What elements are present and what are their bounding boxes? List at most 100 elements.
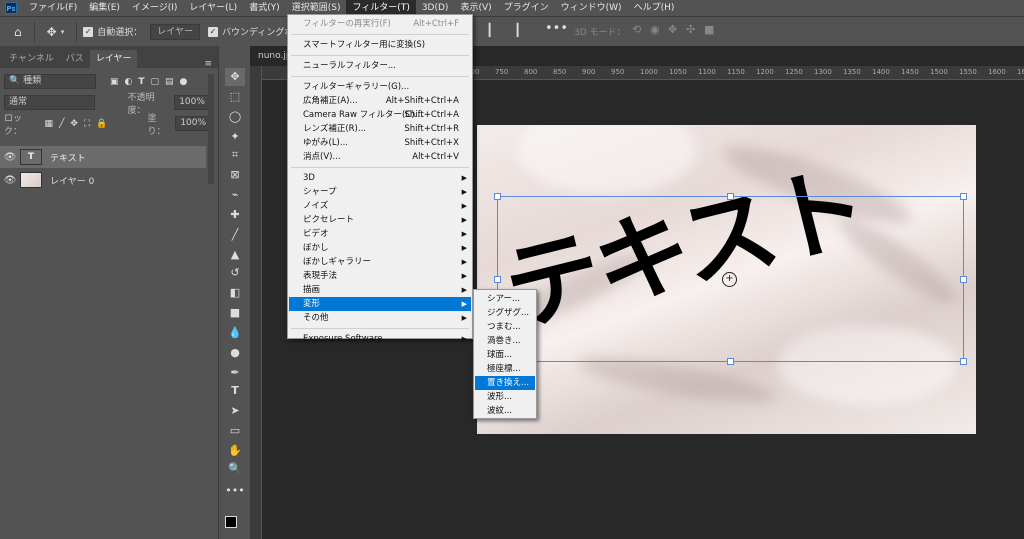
hand-tool-icon[interactable]: ✋ xyxy=(225,442,245,460)
transform-handle[interactable] xyxy=(727,193,734,200)
filter-menu-item[interactable]: フィルターの再実行(F) Alt+Ctrl+F xyxy=(289,17,471,31)
submenu-item[interactable]: 渦巻き... xyxy=(475,334,535,348)
submenu-item[interactable]: 波形... xyxy=(475,390,535,404)
filter-menu-item[interactable]: ニューラルフィルター... xyxy=(289,59,471,73)
move-tool-icon[interactable]: ✥ xyxy=(47,25,57,39)
move-tool-icon[interactable]: ✥ xyxy=(225,68,245,86)
bounding-box-checkbox[interactable]: ✓ xyxy=(207,26,218,37)
healing-tool-icon[interactable]: ✚ xyxy=(225,206,245,224)
auto-select-dropdown[interactable]: レイヤー xyxy=(150,23,200,40)
frame-tool-icon[interactable]: ⊠ xyxy=(225,166,245,184)
marquee-tool-icon[interactable]: ⬚ xyxy=(225,88,245,106)
3d-roll-icon[interactable]: ◉ xyxy=(650,23,660,36)
filter-menu-item[interactable]: スマートフィルター用に変換(S) xyxy=(289,38,471,52)
home-icon[interactable]: ⌂ xyxy=(14,25,22,39)
filter-menu-item[interactable]: その他 ▶ xyxy=(289,311,471,325)
transform-handle[interactable] xyxy=(727,358,734,365)
visibility-eye-icon[interactable]: 👁 xyxy=(0,175,20,186)
tab-layers[interactable]: レイヤー xyxy=(89,50,138,68)
zoom-tool-icon[interactable]: 🔍 xyxy=(225,460,245,478)
transform-handle[interactable] xyxy=(494,193,501,200)
filter-menu-item[interactable]: シャープ ▶ xyxy=(289,185,471,199)
3d-pan-icon[interactable]: ✥ xyxy=(668,23,677,36)
menu-file[interactable]: ファイル(F) xyxy=(23,0,83,16)
3d-camera-icon[interactable]: ■ xyxy=(704,23,714,36)
distribute-icon[interactable]: ┃ xyxy=(514,23,521,37)
filter-adjust-icon[interactable]: ◐ xyxy=(125,77,133,87)
menu-layer[interactable]: レイヤー(L) xyxy=(183,0,243,16)
filter-menu-item[interactable]: ピクセレート ▶ xyxy=(289,213,471,227)
more-options-icon[interactable]: ••• xyxy=(545,21,568,36)
filter-menu-item[interactable]: 消点(V)... Alt+Ctrl+V xyxy=(289,150,471,164)
blend-mode-dropdown[interactable]: 通常 xyxy=(4,95,96,110)
filter-menu-item[interactable]: フィルターギャラリー(G)... xyxy=(289,80,471,94)
layer-row-image[interactable]: 👁 レイヤー 0 xyxy=(0,169,206,191)
dodge-tool-icon[interactable]: ● xyxy=(225,344,245,362)
submenu-item[interactable]: シアー... xyxy=(475,292,535,306)
filter-menu-item[interactable]: ゆがみ(L)... Shift+Ctrl+X xyxy=(289,136,471,150)
magic-wand-tool-icon[interactable]: ✦ xyxy=(225,128,245,146)
transform-handle[interactable] xyxy=(960,358,967,365)
tab-channels[interactable]: チャンネル xyxy=(3,50,60,68)
filter-menu-item[interactable]: ぼかし ▶ xyxy=(289,241,471,255)
path-select-tool-icon[interactable]: ➤ xyxy=(225,402,245,420)
foreground-color-swatch[interactable] xyxy=(225,516,237,528)
lock-brush-icon[interactable]: ╱ xyxy=(59,119,64,129)
filter-pixel-icon[interactable]: ▣ xyxy=(110,77,119,87)
crop-tool-icon[interactable]: ⌗ xyxy=(225,146,245,164)
panel-scrollbar[interactable] xyxy=(208,74,214,184)
history-brush-icon[interactable]: ↺ xyxy=(225,264,245,282)
layer-row-text[interactable]: 👁 T テキスト xyxy=(0,146,206,168)
3d-rotate-icon[interactable]: ⟲ xyxy=(632,23,641,36)
tab-paths[interactable]: パス xyxy=(60,50,90,68)
transform-handle[interactable] xyxy=(494,276,501,283)
lock-position-icon[interactable]: ✥ xyxy=(70,119,78,129)
submenu-item[interactable]: 置き換え... xyxy=(475,376,535,390)
submenu-item[interactable]: 極座標... xyxy=(475,362,535,376)
filter-menu-item[interactable]: Exposure Software ▶ xyxy=(289,332,471,346)
menu-plugins[interactable]: プラグイン xyxy=(498,0,555,16)
menu-edit[interactable]: 編集(E) xyxy=(83,0,126,16)
filter-menu-item[interactable]: レンズ補正(R)... Shift+Ctrl+R xyxy=(289,122,471,136)
submenu-item[interactable]: つまむ... xyxy=(475,320,535,334)
submenu-item[interactable]: 波紋... xyxy=(475,404,535,418)
lasso-tool-icon[interactable]: ◯ xyxy=(225,108,245,126)
filter-menu-item[interactable]: ビデオ ▶ xyxy=(289,227,471,241)
align-icon[interactable]: ┃ xyxy=(486,23,493,37)
menu-window[interactable]: ウィンドウ(W) xyxy=(555,0,628,16)
type-tool-icon[interactable]: T xyxy=(225,382,245,400)
blur-tool-icon[interactable]: 💧 xyxy=(225,324,245,342)
filter-type-icon[interactable]: T xyxy=(138,77,144,87)
auto-select-checkbox[interactable]: ✓ xyxy=(83,26,94,37)
submenu-item[interactable]: 球面... xyxy=(475,348,535,362)
transform-handle[interactable] xyxy=(960,193,967,200)
3d-slide-icon[interactable]: ✣ xyxy=(686,23,695,36)
filter-shape-icon[interactable]: ▢ xyxy=(151,77,160,87)
filter-smart-icon[interactable]: ▤ xyxy=(165,77,174,87)
more-tools-icon[interactable]: ••• xyxy=(225,482,245,500)
eraser-tool-icon[interactable]: ◧ xyxy=(225,284,245,302)
filter-toggle-icon[interactable]: ● xyxy=(180,77,188,87)
menu-type[interactable]: 書式(Y) xyxy=(243,0,286,16)
kind-filter-dropdown[interactable]: 🔍 種類 xyxy=(4,74,96,89)
lock-all-icon[interactable]: 🔒 xyxy=(96,119,107,129)
filter-menu-item[interactable]: Camera Raw フィルター(C)... Shift+Ctrl+A xyxy=(289,108,471,122)
shape-tool-icon[interactable]: ▭ xyxy=(225,422,245,440)
filter-menu-item[interactable]: 3D ▶ xyxy=(289,171,471,185)
pen-tool-icon[interactable]: ✒ xyxy=(225,364,245,382)
panel-menu-icon[interactable]: ≡ xyxy=(204,59,212,69)
filter-menu-item[interactable]: ぼかしギャラリー ▶ xyxy=(289,255,471,269)
filter-menu-item[interactable]: 表現手法 ▶ xyxy=(289,269,471,283)
chevron-down-icon[interactable]: ▾ xyxy=(61,28,65,36)
filter-menu-item[interactable]: 広角補正(A)... Alt+Shift+Ctrl+A xyxy=(289,94,471,108)
stamp-tool-icon[interactable]: ▲ xyxy=(225,246,245,264)
visibility-eye-icon[interactable]: 👁 xyxy=(0,152,20,163)
filter-menu-item[interactable]: ノイズ ▶ xyxy=(289,199,471,213)
gradient-tool-icon[interactable]: ■ xyxy=(225,304,245,322)
menu-help[interactable]: ヘルプ(H) xyxy=(628,0,681,16)
submenu-item[interactable]: ジグザグ... xyxy=(475,306,535,320)
lock-pixels-icon[interactable]: ▦ xyxy=(44,119,53,129)
menu-image[interactable]: イメージ(I) xyxy=(126,0,184,16)
transform-handle[interactable] xyxy=(960,276,967,283)
filter-menu-item[interactable]: 変形 ▶ xyxy=(289,297,471,311)
